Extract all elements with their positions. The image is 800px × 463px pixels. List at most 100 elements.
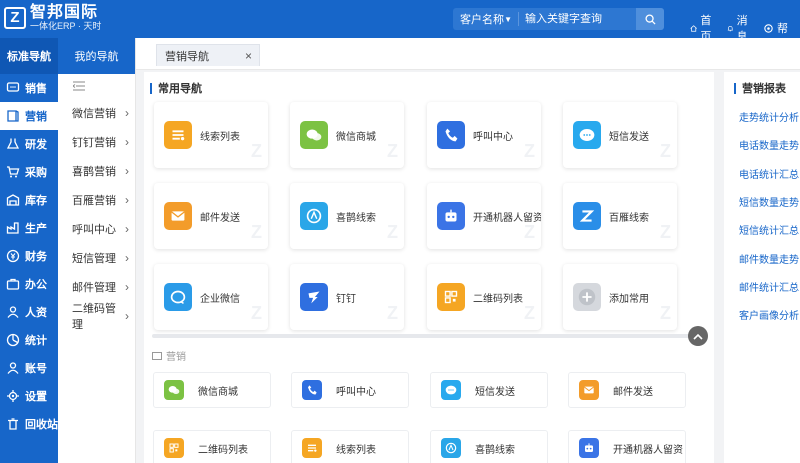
report-link-7[interactable]: 客户画像分析 <box>739 307 799 322</box>
nav-item-label: 办公 <box>25 279 47 291</box>
phone-icon <box>445 128 458 142</box>
marketing-item-label: 二维码列表 <box>198 444 248 456</box>
mail-icon <box>171 211 185 221</box>
nav-card-label: 钉钉 <box>336 293 356 305</box>
nav-card-5[interactable]: 喜鹊线索 Z <box>290 183 404 249</box>
chevron-right-icon: › <box>125 308 129 323</box>
caret-down-icon: ▼ <box>504 14 512 24</box>
nav-item-12[interactable]: 回收站 <box>0 410 58 438</box>
subnav-item-6[interactable]: 邮件管理 › <box>58 272 135 301</box>
report-link-6[interactable]: 邮件统计汇总 <box>739 279 799 294</box>
subnav-item-4[interactable]: 呼叫中心 › <box>58 214 135 243</box>
robot-icon <box>585 443 593 452</box>
chevron-right-icon: › <box>125 163 129 178</box>
settings-icon <box>764 23 773 33</box>
my-nav-tab[interactable]: 我的导航 <box>58 38 135 74</box>
close-icon[interactable]: × <box>245 49 252 63</box>
back-to-top-button[interactable] <box>688 326 708 346</box>
nav-item-8[interactable]: 人资 <box>0 298 58 326</box>
nav-item-6[interactable]: 财务 <box>0 242 58 270</box>
marketing-item-7[interactable]: 开通机器人留资 <box>568 430 686 463</box>
marketing-item-5[interactable]: 线索列表 <box>291 430 409 463</box>
report-link-5[interactable]: 邮件数量走势 <box>739 251 799 266</box>
subnav-item-3[interactable]: 百雁营销 › <box>58 185 135 214</box>
nav-card-label: 百雁线索 <box>609 212 649 224</box>
chart-icon <box>6 333 20 347</box>
nav-item-4[interactable]: 库存 <box>0 186 58 214</box>
report-link-4[interactable]: 短信统计汇总 <box>739 222 799 237</box>
sms-icon <box>579 129 595 141</box>
nav-item-label: 统计 <box>25 335 47 347</box>
subnav-item-5[interactable]: 短信管理 › <box>58 243 135 272</box>
subnav-item-label: 二维码管理 <box>72 302 116 331</box>
report-link-0[interactable]: 走势统计分析 <box>739 109 799 124</box>
search-input[interactable] <box>519 13 631 25</box>
marketing-item-3[interactable]: 邮件发送 <box>568 372 686 408</box>
dingtalk-icon <box>308 291 320 304</box>
nav-card-10[interactable]: 二维码列表 Z <box>427 264 541 330</box>
nav-card-3[interactable]: 短信发送 Z <box>563 102 677 168</box>
horizontal-scrollbar[interactable] <box>152 334 700 338</box>
marketing-item-label: 短信发送 <box>475 386 515 398</box>
report-panel: 营销报表 走势统计分析 电话数量走势 电话统计汇总 短信数量走势 短信统计汇总 邮件数量走… <box>724 72 800 463</box>
subnav-item-2[interactable]: 喜鹊营销 › <box>58 156 135 185</box>
nav-card-2[interactable]: 呼叫中心 Z <box>427 102 541 168</box>
nav-card-1[interactable]: 微信商城 Z <box>290 102 404 168</box>
nav-item-0[interactable]: 销售 <box>0 74 58 102</box>
home-icon <box>690 24 697 32</box>
nav-card-11[interactable]: 添加常用 Z <box>563 264 677 330</box>
subnav-item-0[interactable]: 微信营销 › <box>58 98 135 127</box>
gear-icon <box>7 390 19 402</box>
subnav-item-7[interactable]: 二维码管理 › <box>58 301 135 331</box>
watermark-icon: Z <box>387 141 398 161</box>
nav-item-label: 账号 <box>25 363 47 375</box>
subnav-item-label: 钉钉营销 <box>72 136 116 149</box>
nav-card-label: 邮件发送 <box>200 212 240 224</box>
search-type-select[interactable]: 客户名称 ▼ <box>453 12 519 26</box>
nav-card-4[interactable]: 邮件发送 Z <box>154 183 268 249</box>
nav-card-8[interactable]: 企业微信 Z <box>154 264 268 330</box>
nav-item-10[interactable]: 账号 <box>0 354 58 382</box>
nav-item-label: 销售 <box>25 83 47 95</box>
collapse-button[interactable] <box>58 74 135 98</box>
search-type-label: 客户名称 <box>460 14 504 26</box>
chevron-right-icon: › <box>125 250 129 265</box>
nav-item-5[interactable]: 生产 <box>0 214 58 242</box>
report-link-2[interactable]: 电话统计汇总 <box>739 166 799 181</box>
marketing-item-1[interactable]: 呼叫中心 <box>291 372 409 408</box>
brand-tagline: 一体化ERP · 天时 <box>30 21 102 31</box>
marketing-item-2[interactable]: 短信发送 <box>430 372 548 408</box>
marketing-item-4[interactable]: 二维码列表 <box>153 430 271 463</box>
brand-logo[interactable]: Z 智邦国际 一体化ERP · 天时 <box>4 4 101 31</box>
nav-card-6[interactable]: 开通机器人留资 Z <box>427 183 541 249</box>
marketing-item-0[interactable]: 微信商城 <box>153 372 271 408</box>
report-link-1[interactable]: 电话数量走势 <box>739 137 799 152</box>
nav-card-label: 微信商城 <box>336 131 376 143</box>
subnav-item-label: 邮件管理 <box>72 281 116 294</box>
nav-card-0[interactable]: 线索列表 Z <box>154 102 268 168</box>
nav-item-label: 研发 <box>25 139 47 151</box>
marketing-item-label: 微信商城 <box>198 386 238 398</box>
tab-marketing-nav[interactable]: 营销导航 × <box>156 44 260 66</box>
standard-nav-tab[interactable]: 标准导航 <box>0 38 58 74</box>
nav-item-3[interactable]: 采购 <box>0 158 58 186</box>
nav-item-9[interactable]: 统计 <box>0 326 58 354</box>
marketing-item-6[interactable]: 喜鹊线索 <box>430 430 548 463</box>
nav-item-2[interactable]: 研发 <box>0 130 58 158</box>
nav-item-11[interactable]: 设置 <box>0 382 58 410</box>
user-icon <box>7 306 19 318</box>
nav-card-7[interactable]: 百雁线索 Z <box>563 183 677 249</box>
nav-item-label: 生产 <box>25 223 47 235</box>
chevron-right-icon: › <box>125 279 129 294</box>
global-search: 客户名称 ▼ <box>453 8 664 30</box>
bell-icon <box>727 25 733 31</box>
report-link-3[interactable]: 短信数量走势 <box>739 194 799 209</box>
marketing-section-heading: 营销 <box>152 348 186 363</box>
subnav-item-1[interactable]: 钉钉营销 › <box>58 127 135 156</box>
search-button[interactable] <box>636 8 664 30</box>
nav-item-1[interactable]: 营销 <box>0 102 58 130</box>
nav-item-label: 财务 <box>25 251 47 263</box>
nav-item-7[interactable]: 办公 <box>0 270 58 298</box>
nav-card-9[interactable]: 钉钉 Z <box>290 264 404 330</box>
trash-icon <box>8 418 18 430</box>
